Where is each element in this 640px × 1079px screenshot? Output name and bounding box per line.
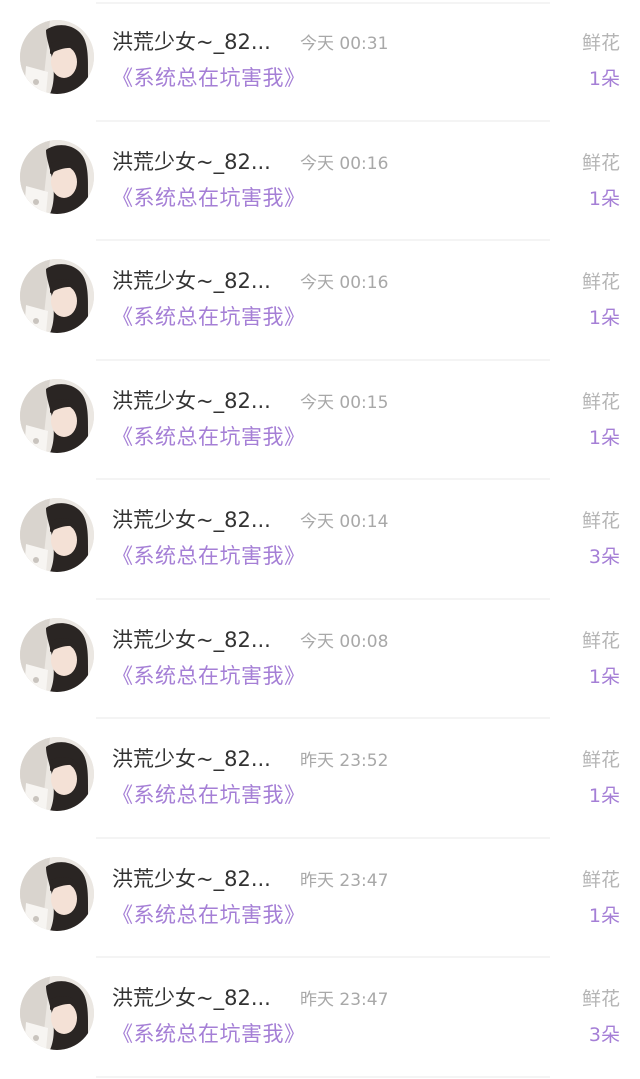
gift-count: 3朵 <box>588 1024 620 1046</box>
list-item[interactable]: 洪荒少女~_82... 今天 00:15 《系统总在坑害我》 鲜花 1朵 <box>0 359 640 479</box>
avatar[interactable] <box>20 139 94 214</box>
avatar[interactable] <box>20 856 94 931</box>
timestamp: 今天 00:16 <box>300 273 389 293</box>
list-item[interactable]: 洪荒少女~_82... 今天 00:16 《系统总在坑害我》 鲜花 1朵 <box>0 239 640 359</box>
timestamp: 今天 00:14 <box>300 512 389 532</box>
timestamp: 昨天 23:47 <box>300 990 389 1010</box>
avatar[interactable] <box>20 378 94 453</box>
gift-count: 1朵 <box>588 665 620 688</box>
book-title-link[interactable]: 《系统总在坑害我》 <box>112 901 306 929</box>
gift-type: 鲜花 <box>581 271 620 293</box>
list-item[interactable]: 洪荒少女~_82... 昨天 23:52 《系统总在坑害我》 鲜花 1朵 <box>0 717 640 837</box>
gift-count: 1朵 <box>588 426 620 449</box>
gift-count: 1朵 <box>588 904 620 927</box>
gift-count: 3朵 <box>588 546 620 568</box>
avatar[interactable] <box>20 20 94 94</box>
avatar[interactable] <box>20 617 94 692</box>
username[interactable]: 洪荒少女~_82... <box>112 984 271 1012</box>
username[interactable]: 洪荒少女~_82... <box>112 506 271 534</box>
gift-type: 鲜花 <box>581 151 620 174</box>
username[interactable]: 洪荒少女~_82... <box>112 28 271 56</box>
gift-count: 1朵 <box>588 307 620 329</box>
list-item[interactable]: 洪荒少女~_82... 昨天 23:47 《系统总在坑害我》 鲜花 3朵 <box>0 956 640 1076</box>
gift-record-list: 洪荒少女~_82... 今天 00:31 《系统总在坑害我》 鲜花 1朵 洪荒少… <box>0 0 640 1079</box>
gift-type: 鲜花 <box>581 390 620 413</box>
book-title-link[interactable]: 《系统总在坑害我》 <box>112 1020 306 1048</box>
avatar[interactable] <box>20 259 94 333</box>
list-item[interactable]: 洪荒少女~_82... 今天 00:14 《系统总在坑害我》 鲜花 3朵 <box>0 478 640 598</box>
avatar[interactable] <box>20 976 94 1050</box>
gift-type: 鲜花 <box>581 988 620 1010</box>
list-item[interactable]: 洪荒少女~_82... 今天 00:16 《系统总在坑害我》 鲜花 1朵 <box>0 120 640 240</box>
timestamp: 昨天 23:47 <box>300 870 389 891</box>
list-item[interactable]: 洪荒少女~_82... 今天 00:31 《系统总在坑害我》 鲜花 1朵 <box>0 0 640 120</box>
gift-type: 鲜花 <box>581 629 620 652</box>
book-title-link[interactable]: 《系统总在坑害我》 <box>112 303 306 331</box>
book-title-link[interactable]: 《系统总在坑害我》 <box>112 423 306 451</box>
timestamp: 今天 00:16 <box>300 153 389 174</box>
timestamp: 今天 00:31 <box>300 34 389 54</box>
username[interactable]: 洪荒少女~_82... <box>112 865 271 893</box>
username[interactable]: 洪荒少女~_82... <box>112 626 271 654</box>
gift-count: 1朵 <box>588 68 620 90</box>
gift-type: 鲜花 <box>581 868 620 891</box>
timestamp: 昨天 23:52 <box>300 751 389 771</box>
avatar[interactable] <box>20 737 94 811</box>
book-title-link[interactable]: 《系统总在坑害我》 <box>112 781 306 809</box>
list-item[interactable]: 洪荒少女~_82... 昨天 23:47 《系统总在坑害我》 鲜花 1朵 <box>0 837 640 957</box>
divider <box>96 1076 550 1078</box>
book-title-link[interactable]: 《系统总在坑害我》 <box>112 542 306 570</box>
gift-type: 鲜花 <box>581 749 620 771</box>
username[interactable]: 洪荒少女~_82... <box>112 148 271 176</box>
timestamp: 今天 00:08 <box>300 631 389 652</box>
gift-type: 鲜花 <box>581 510 620 532</box>
username[interactable]: 洪荒少女~_82... <box>112 745 271 773</box>
avatar[interactable] <box>20 498 94 572</box>
list-item[interactable]: 洪荒少女~_82... 今天 00:08 《系统总在坑害我》 鲜花 1朵 <box>0 598 640 718</box>
gift-count: 1朵 <box>588 187 620 210</box>
gift-type: 鲜花 <box>581 32 620 54</box>
username[interactable]: 洪荒少女~_82... <box>112 387 271 415</box>
gift-count: 1朵 <box>588 785 620 807</box>
book-title-link[interactable]: 《系统总在坑害我》 <box>112 184 306 212</box>
book-title-link[interactable]: 《系统总在坑害我》 <box>112 662 306 690</box>
book-title-link[interactable]: 《系统总在坑害我》 <box>112 64 306 92</box>
username[interactable]: 洪荒少女~_82... <box>112 267 271 295</box>
timestamp: 今天 00:15 <box>300 392 389 413</box>
